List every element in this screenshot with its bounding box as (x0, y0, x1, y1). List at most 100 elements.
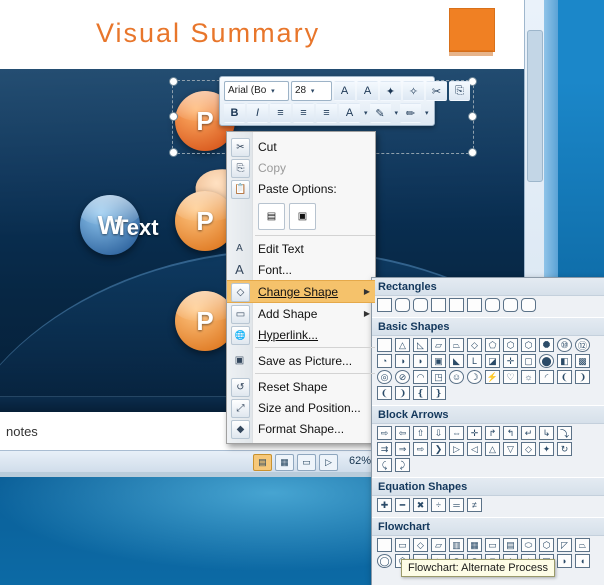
shape-notched-right-arrow[interactable]: ⇒ (395, 442, 410, 456)
font-color-button[interactable]: A (339, 103, 360, 123)
shape-octagon[interactable]: ⯃ (539, 338, 554, 352)
shape-pie[interactable]: ◔ (377, 354, 392, 368)
shape-no-symbol[interactable]: ⊘ (395, 370, 410, 384)
context-menu-item-hyperlink[interactable]: 🌐 Hyperlink... (227, 324, 375, 345)
shape-flowchart-document[interactable]: ▭ (485, 538, 500, 552)
shape-diamond[interactable]: ◇ (467, 338, 482, 352)
shape-multiply[interactable]: ✖ (413, 498, 428, 512)
selection-handle-sw[interactable] (169, 148, 178, 157)
shrink-font-button[interactable]: A (357, 81, 378, 101)
shape-right-arrow[interactable]: ⇨ (377, 426, 392, 440)
shape-round-same-side[interactable] (503, 298, 518, 312)
view-button-normal[interactable]: ▤ (253, 454, 272, 471)
format-button-1[interactable]: ✦ (380, 81, 401, 101)
shape-down-arrow[interactable]: ⇩ (431, 426, 446, 440)
shape-decagon[interactable]: ⑩ (557, 338, 572, 352)
shape-flowchart-alternate-process[interactable]: ▭ (395, 538, 410, 552)
shape-curved-down-arrow[interactable]: ⤹ (377, 458, 392, 472)
shape-hexagon[interactable]: ⬡ (503, 338, 518, 352)
shape-half-frame[interactable]: ◣ (449, 354, 464, 368)
shape-bevel[interactable]: ▩ (575, 354, 590, 368)
view-button-slideshow[interactable]: ▷ (319, 454, 338, 471)
paste-option-keep-formatting[interactable]: ▤ (258, 202, 285, 230)
context-menu[interactable]: ✂ Cut ⎘ Copy 📋 Paste Options: ▤ ▣ A Edit… (226, 131, 376, 444)
shape-round-diagonal[interactable] (521, 298, 536, 312)
shape-flowchart-connector[interactable]: ◯ (377, 554, 392, 568)
shape-left-right-callout[interactable]: ◇ (521, 442, 536, 456)
shape-left-bracket[interactable]: ❨ (377, 386, 392, 400)
shape-right-bracket[interactable]: ❩ (395, 386, 410, 400)
shape-up-arrow-callout[interactable]: △ (485, 442, 500, 456)
align-center-button[interactable]: ≡ (293, 103, 314, 123)
shape-can[interactable]: ⬤ (539, 354, 554, 368)
shape-cube[interactable]: ◧ (557, 354, 572, 368)
shape-left-right-arrow[interactable]: ⇔ (449, 426, 464, 440)
shape-quad-arrow-callout[interactable]: ✦ (539, 442, 554, 456)
shape-minus[interactable]: ━ (395, 498, 410, 512)
shape-round-single-corner[interactable] (485, 298, 500, 312)
paste-option-picture[interactable]: ▣ (289, 202, 316, 230)
shape-flowchart-data[interactable]: ▱ (431, 538, 446, 552)
shape-double-brace[interactable]: ❩ (575, 370, 590, 384)
view-button-reading[interactable]: ▭ (297, 454, 316, 471)
shape-moon[interactable]: ☽ (467, 370, 482, 384)
shape-diagonal-stripe[interactable]: ◪ (485, 354, 500, 368)
context-menu-item-size-and-position[interactable]: ⤢ Size and Position... (227, 397, 375, 418)
context-menu-item-edit-text[interactable]: A Edit Text (227, 238, 375, 259)
shape-smiley-face[interactable]: ☺ (449, 370, 464, 384)
shapes-gallery-submenu[interactable]: Rectangles Basic Shapes △ ◺ ▱ ⏢ ◇ ⬠ ⬡ ⬡ … (371, 277, 604, 585)
shape-snip-diagonal[interactable] (449, 298, 464, 312)
context-menu-item-font[interactable]: A Font... (227, 259, 375, 280)
shape-bent-arrow[interactable]: ↱ (485, 426, 500, 440)
shape-chevron[interactable]: ❯ (431, 442, 446, 456)
align-left-button[interactable]: ≡ (270, 103, 291, 123)
shape-divide[interactable]: ÷ (431, 498, 446, 512)
chevron-down-icon[interactable]: ▾ (425, 109, 429, 117)
shape-left-up-arrow[interactable]: ↵ (521, 426, 536, 440)
shape-dodecagon[interactable]: ⑫ (575, 338, 590, 352)
shape-l-shape[interactable]: L (467, 354, 482, 368)
cut-button[interactable]: ✂ (426, 81, 447, 101)
shape-rectangle[interactable] (377, 298, 392, 312)
shape-striped-right-arrow[interactable]: ⇉ (377, 442, 392, 456)
shape-rectangle[interactable] (377, 338, 392, 352)
bold-button[interactable]: B (224, 103, 245, 123)
shape-flowchart-terminator[interactable]: ⬭ (521, 538, 536, 552)
selection-handle-nw[interactable] (169, 77, 178, 86)
shape-folded-corner[interactable]: ◳ (431, 370, 446, 384)
shape-left-arrow[interactable]: ⇦ (395, 426, 410, 440)
shape-frame[interactable]: ▣ (431, 354, 446, 368)
shape-triangle[interactable]: △ (395, 338, 410, 352)
context-menu-item-cut[interactable]: ✂ Cut (227, 136, 375, 157)
view-button-slide-sorter[interactable]: ▦ (275, 454, 294, 471)
vertical-scrollbar-thumb[interactable] (527, 30, 543, 182)
shape-right-arrow-callout[interactable]: ▷ (449, 442, 464, 456)
shape-plaque[interactable]: ▢ (521, 354, 536, 368)
shape-circular-arrow[interactable]: ↻ (557, 442, 572, 456)
shape-left-brace[interactable]: ❴ (413, 386, 428, 400)
context-menu-item-add-shape[interactable]: ▭ Add Shape ▶ (227, 303, 375, 324)
shape-trapezoid[interactable]: ⏢ (449, 338, 464, 352)
shape-flowchart-delay[interactable]: ◖ (575, 554, 590, 568)
chevron-down-icon[interactable]: ▾ (364, 109, 368, 117)
grow-font-button[interactable]: A (334, 81, 355, 101)
shape-flowchart-preparation[interactable]: ⬡ (539, 538, 554, 552)
font-size-combo[interactable]: 28 ▾ (291, 81, 332, 101)
shape-snip-corner-rect[interactable] (413, 298, 428, 312)
context-menu-item-copy[interactable]: ⎘ Copy (227, 157, 375, 178)
italic-button[interactable]: I (247, 103, 268, 123)
shape-parallelogram[interactable]: ▱ (431, 338, 446, 352)
shape-snip-same-side[interactable] (431, 298, 446, 312)
copy-button[interactable]: ⎘ (449, 81, 470, 101)
highlight-button[interactable]: ✎ (369, 103, 391, 123)
context-menu-item-save-as-picture[interactable]: ▣ Save as Picture... (227, 350, 375, 371)
context-menu-item-reset-shape[interactable]: ↺ Reset Shape (227, 376, 375, 397)
align-right-button[interactable]: ≡ (316, 103, 337, 123)
context-menu-item-change-shape[interactable]: ◇ Change Shape ▶ (227, 280, 375, 303)
shape-heptagon[interactable]: ⬡ (521, 338, 536, 352)
shape-left-arrow-callout[interactable]: ◁ (467, 442, 482, 456)
shape-flowchart-predefined-process[interactable]: ▥ (449, 538, 464, 552)
context-menu-item-paste-options[interactable]: 📋 Paste Options: (227, 178, 375, 199)
shape-lightning-bolt[interactable]: ⚡ (485, 370, 500, 384)
shape-not-equal[interactable]: ≠ (467, 498, 482, 512)
